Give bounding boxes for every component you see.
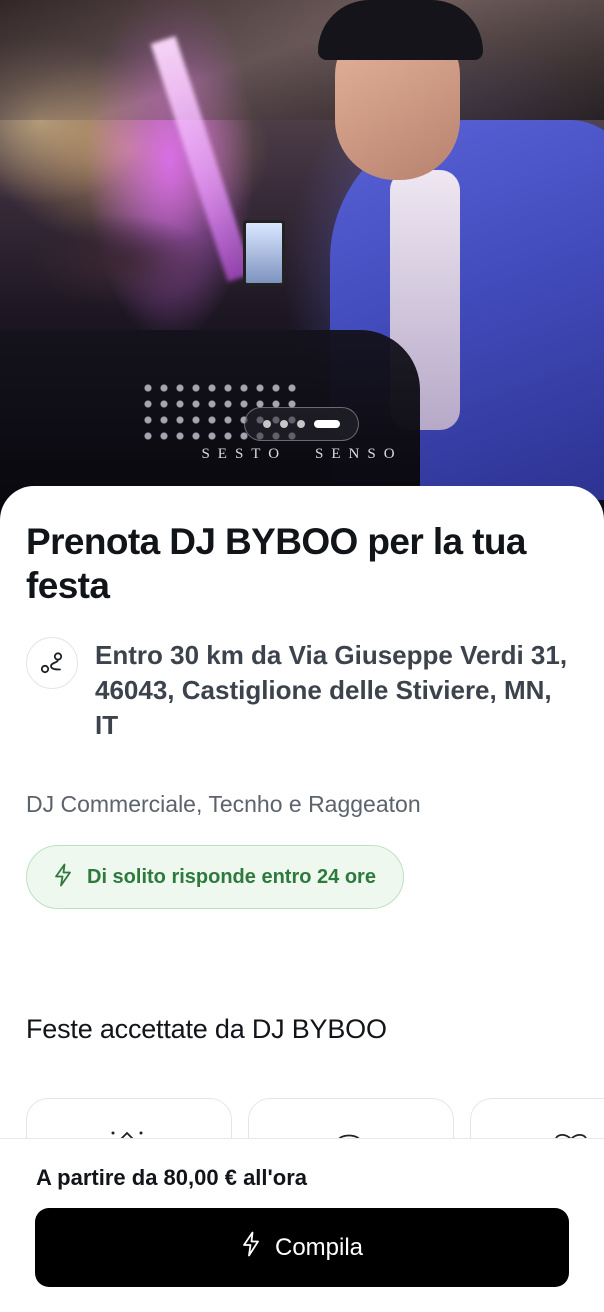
accepted-parties-title: Feste accettate da DJ BYBOO xyxy=(26,1014,387,1044)
watermark-right: SENSO xyxy=(315,446,403,462)
music-genres: DJ Commerciale, Tecnho e Raggeaton xyxy=(26,791,421,817)
lightning-icon xyxy=(53,863,73,892)
hero-photo[interactable]: SESTO SENSO xyxy=(0,0,604,530)
response-time-text: Di solito risponde entro 24 ore xyxy=(87,865,376,888)
starting-price: A partire da 80,00 € all'ora xyxy=(36,1165,307,1190)
lightning-icon xyxy=(241,1231,261,1264)
party-type-card[interactable] xyxy=(26,1098,232,1140)
party-types-carousel[interactable] xyxy=(26,1098,604,1140)
route-icon xyxy=(26,637,78,689)
fill-form-button[interactable]: Compila xyxy=(35,1208,569,1287)
carousel-dot[interactable] xyxy=(297,420,305,428)
carousel-dot[interactable] xyxy=(280,420,288,428)
service-area-text: Entro 30 km da Via Giuseppe Verdi 31, 46… xyxy=(95,640,568,740)
response-time-badge: Di solito risponde entro 24 ore xyxy=(26,845,404,909)
hero-tablet xyxy=(243,220,285,286)
venue-watermark: SESTO SENSO xyxy=(0,446,604,463)
carousel-dot-active[interactable] xyxy=(314,420,340,428)
hero-headphones xyxy=(318,0,483,60)
page-title: Prenota DJ BYBOO per la tua festa xyxy=(26,521,526,606)
party-type-card[interactable] xyxy=(248,1098,454,1140)
carousel-indicator[interactable] xyxy=(244,407,359,441)
party-type-card[interactable] xyxy=(470,1098,604,1140)
hero-crowd xyxy=(0,200,240,320)
hero-ceiling xyxy=(0,0,604,120)
watermark-left: SESTO xyxy=(201,446,288,462)
fill-form-label: Compila xyxy=(274,1233,364,1261)
carousel-dot[interactable] xyxy=(263,420,271,428)
